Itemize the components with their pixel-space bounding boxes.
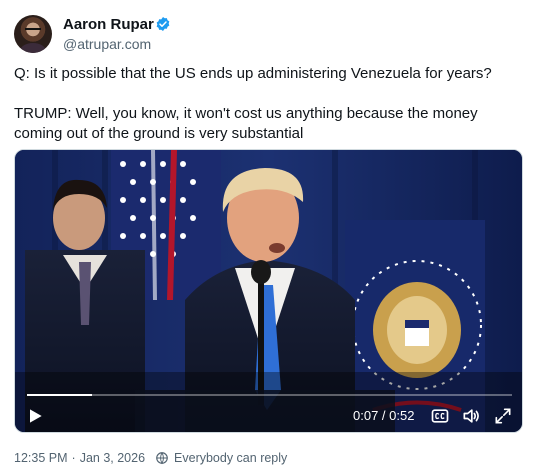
volume-icon[interactable]: [461, 406, 481, 426]
closed-captions-icon[interactable]: [430, 406, 450, 426]
video-player[interactable]: 0:07 / 0:52: [14, 149, 523, 433]
tweet-meta: 12:35 PM · Jan 3, 2026 Everybody can rep…: [14, 449, 287, 467]
author-handle[interactable]: @atrupar.com: [63, 36, 151, 52]
globe-icon: [156, 452, 168, 465]
tweet-question: Q: Is it possible that the US ends up ad…: [14, 65, 492, 82]
avatar-glasses: [25, 28, 41, 32]
tweet-body: Q: Is it possible that the US ends up ad…: [14, 64, 524, 144]
video-progress-fill: [27, 394, 93, 396]
fullscreen-icon[interactable]: [493, 406, 513, 426]
play-icon[interactable]: [25, 406, 45, 426]
avatar[interactable]: [14, 15, 52, 53]
tweet-header: Aaron Rupar @atrupar.com: [14, 13, 514, 53]
video-frame: [15, 150, 522, 432]
tweet-answer: TRUMP: Well, you know, it won't cost us …: [14, 105, 478, 142]
author-name[interactable]: Aaron Rupar: [63, 16, 154, 33]
video-current-time: 0:07: [353, 408, 379, 423]
reply-setting: Everybody can reply: [174, 451, 288, 465]
verified-badge-icon: [156, 17, 170, 31]
video-progress-bar[interactable]: [27, 394, 512, 396]
tweet-time[interactable]: 12:35 PM: [14, 451, 68, 465]
video-time: 0:07 / 0:52: [353, 408, 414, 423]
video-controls: 0:07 / 0:52: [15, 400, 522, 432]
avatar-shirt: [20, 43, 46, 53]
meta-separator: ·: [71, 451, 76, 465]
video-duration: 0:52: [389, 408, 415, 423]
video-time-separator: /: [378, 408, 390, 423]
tweet-date[interactable]: Jan 3, 2026: [80, 451, 145, 465]
